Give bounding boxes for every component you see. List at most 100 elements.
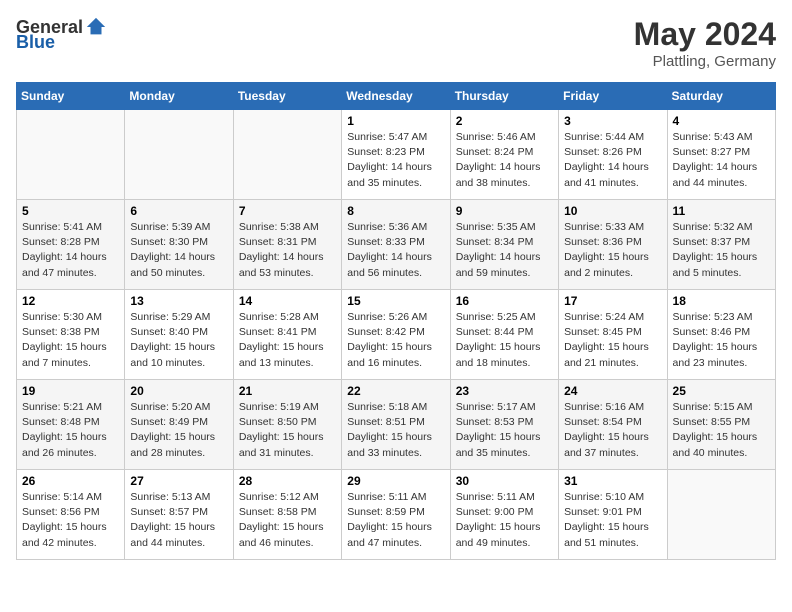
calendar-day-4: 4Sunrise: 5:43 AM Sunset: 8:27 PM Daylig… — [667, 110, 775, 200]
day-info: Sunrise: 5:38 AM Sunset: 8:31 PM Dayligh… — [239, 220, 336, 281]
day-info: Sunrise: 5:32 AM Sunset: 8:37 PM Dayligh… — [673, 220, 770, 281]
day-info: Sunrise: 5:14 AM Sunset: 8:56 PM Dayligh… — [22, 490, 119, 551]
day-number: 8 — [347, 204, 444, 218]
day-number: 27 — [130, 474, 227, 488]
month-year-title: May 2024 — [634, 16, 776, 53]
day-info: Sunrise: 5:20 AM Sunset: 8:49 PM Dayligh… — [130, 400, 227, 461]
calendar-day-22: 22 Sunrise: 5:18 AM Sunset: 8:51 PM Dayli… — [342, 380, 450, 470]
day-info: Sunrise: 5:24 AM Sunset: 8:45 PM Dayligh… — [564, 310, 661, 371]
calendar-day-20: 20 Sunrise: 5:20 AM Sunset: 8:49 PM Dayli… — [125, 380, 233, 470]
day-number: 15 — [347, 294, 444, 308]
calendar-day-28: 28 Sunrise: 5:12 AM Sunset: 8:58 PM Dayli… — [233, 470, 341, 560]
day-info: Sunrise: 5:39 AM Sunset: 8:30 PM Dayligh… — [130, 220, 227, 281]
day-info: Sunrise: 5:28 AM Sunset: 8:41 PM Dayligh… — [239, 310, 336, 371]
day-number: 24 — [564, 384, 661, 398]
calendar-day-19: 19 Sunrise: 5:21 AM Sunset: 8:48 PM Dayli… — [17, 380, 125, 470]
day-number: 22 — [347, 384, 444, 398]
calendar-day-14: 14 Sunrise: 5:28 AM Sunset: 8:41 PM Dayli… — [233, 290, 341, 380]
day-info: Sunrise: 5:18 AM Sunset: 8:51 PM Dayligh… — [347, 400, 444, 461]
day-info: Sunrise: 5:35 AM Sunset: 8:34 PM Dayligh… — [456, 220, 553, 281]
day-number: 11 — [673, 204, 770, 218]
day-number: 26 — [22, 474, 119, 488]
calendar-day-24: 24 Sunrise: 5:16 AM Sunset: 8:54 PM Dayli… — [559, 380, 667, 470]
calendar-week-row: 12 Sunrise: 5:30 AM Sunset: 8:38 PM Dayli… — [17, 290, 776, 380]
calendar-day-10: 10 Sunrise: 5:33 AM Sunset: 8:36 PM Dayli… — [559, 200, 667, 290]
day-info: Sunrise: 5:44 AM Sunset: 8:26 PM Dayligh… — [564, 130, 661, 191]
calendar-empty-cell — [125, 110, 233, 200]
calendar-day-29: 29 Sunrise: 5:11 AM Sunset: 8:59 PM Dayli… — [342, 470, 450, 560]
weekday-header-row: SundayMondayTuesdayWednesdayThursdayFrid… — [17, 83, 776, 110]
calendar-week-row: 5 Sunrise: 5:41 AM Sunset: 8:28 PM Daylig… — [17, 200, 776, 290]
calendar-week-row: 26 Sunrise: 5:14 AM Sunset: 8:56 PM Dayli… — [17, 470, 776, 560]
day-info: Sunrise: 5:16 AM Sunset: 8:54 PM Dayligh… — [564, 400, 661, 461]
calendar-day-6: 6 Sunrise: 5:39 AM Sunset: 8:30 PM Daylig… — [125, 200, 233, 290]
day-info: Sunrise: 5:10 AM Sunset: 9:01 PM Dayligh… — [564, 490, 661, 551]
day-number: 12 — [22, 294, 119, 308]
day-number: 6 — [130, 204, 227, 218]
day-info: Sunrise: 5:21 AM Sunset: 8:48 PM Dayligh… — [22, 400, 119, 461]
day-number: 28 — [239, 474, 336, 488]
weekday-header-monday: Monday — [125, 83, 233, 110]
calendar-day-23: 23 Sunrise: 5:17 AM Sunset: 8:53 PM Dayli… — [450, 380, 558, 470]
calendar-empty-cell — [667, 470, 775, 560]
day-number: 1 — [347, 114, 444, 128]
calendar-day-12: 12 Sunrise: 5:30 AM Sunset: 8:38 PM Dayli… — [17, 290, 125, 380]
day-number: 5 — [22, 204, 119, 218]
day-info: Sunrise: 5:26 AM Sunset: 8:42 PM Dayligh… — [347, 310, 444, 371]
calendar-day-3: 3 Sunrise: 5:44 AM Sunset: 8:26 PM Daylig… — [559, 110, 667, 200]
day-number: 20 — [130, 384, 227, 398]
day-info: Sunrise: 5:30 AM Sunset: 8:38 PM Dayligh… — [22, 310, 119, 371]
calendar-day-2: 2Sunrise: 5:46 AM Sunset: 8:24 PM Daylig… — [450, 110, 558, 200]
day-number: 18 — [673, 294, 770, 308]
calendar-day-9: 9 Sunrise: 5:35 AM Sunset: 8:34 PM Daylig… — [450, 200, 558, 290]
calendar-day-26: 26 Sunrise: 5:14 AM Sunset: 8:56 PM Dayli… — [17, 470, 125, 560]
day-number: 9 — [456, 204, 553, 218]
calendar-day-5: 5 Sunrise: 5:41 AM Sunset: 8:28 PM Daylig… — [17, 200, 125, 290]
day-number: 10 — [564, 204, 661, 218]
calendar-day-13: 13Sunrise: 5:29 AM Sunset: 8:40 PM Dayli… — [125, 290, 233, 380]
weekday-header-tuesday: Tuesday — [233, 83, 341, 110]
title-block: May 2024 Plattling, Germany — [634, 16, 776, 70]
calendar-empty-cell — [233, 110, 341, 200]
location-subtitle: Plattling, Germany — [634, 53, 776, 70]
calendar-day-31: 31 Sunrise: 5:10 AM Sunset: 9:01 PM Dayli… — [559, 470, 667, 560]
calendar-day-18: 18 Sunrise: 5:23 AM Sunset: 8:46 PM Dayli… — [667, 290, 775, 380]
calendar-day-25: 25Sunrise: 5:15 AM Sunset: 8:55 PM Dayli… — [667, 380, 775, 470]
day-number: 31 — [564, 474, 661, 488]
day-number: 19 — [22, 384, 119, 398]
day-number: 23 — [456, 384, 553, 398]
day-info: Sunrise: 5:46 AM Sunset: 8:24 PM Dayligh… — [456, 130, 553, 191]
day-info: Sunrise: 5:17 AM Sunset: 8:53 PM Dayligh… — [456, 400, 553, 461]
logo-icon — [85, 16, 107, 38]
weekday-header-sunday: Sunday — [17, 83, 125, 110]
weekday-header-wednesday: Wednesday — [342, 83, 450, 110]
day-info: Sunrise: 5:23 AM Sunset: 8:46 PM Dayligh… — [673, 310, 770, 371]
weekday-header-thursday: Thursday — [450, 83, 558, 110]
weekday-header-friday: Friday — [559, 83, 667, 110]
day-info: Sunrise: 5:15 AM Sunset: 8:55 PM Dayligh… — [673, 400, 770, 461]
logo: General Blue — [16, 16, 107, 53]
day-info: Sunrise: 5:13 AM Sunset: 8:57 PM Dayligh… — [130, 490, 227, 551]
day-info: Sunrise: 5:29 AM Sunset: 8:40 PM Dayligh… — [130, 310, 227, 371]
day-number: 7 — [239, 204, 336, 218]
calendar-empty-cell — [17, 110, 125, 200]
calendar-day-21: 21Sunrise: 5:19 AM Sunset: 8:50 PM Dayli… — [233, 380, 341, 470]
calendar-day-30: 30Sunrise: 5:11 AM Sunset: 9:00 PM Dayli… — [450, 470, 558, 560]
day-number: 16 — [456, 294, 553, 308]
day-number: 3 — [564, 114, 661, 128]
day-info: Sunrise: 5:11 AM Sunset: 8:59 PM Dayligh… — [347, 490, 444, 551]
day-number: 14 — [239, 294, 336, 308]
day-info: Sunrise: 5:41 AM Sunset: 8:28 PM Dayligh… — [22, 220, 119, 281]
page-header: General Blue May 2024 Plattling, Germany — [16, 16, 776, 70]
day-number: 4 — [673, 114, 770, 128]
day-info: Sunrise: 5:25 AM Sunset: 8:44 PM Dayligh… — [456, 310, 553, 371]
day-info: Sunrise: 5:12 AM Sunset: 8:58 PM Dayligh… — [239, 490, 336, 551]
day-number: 29 — [347, 474, 444, 488]
calendar-table: SundayMondayTuesdayWednesdayThursdayFrid… — [16, 82, 776, 560]
day-info: Sunrise: 5:19 AM Sunset: 8:50 PM Dayligh… — [239, 400, 336, 461]
calendar-week-row: 1Sunrise: 5:47 AM Sunset: 8:23 PM Daylig… — [17, 110, 776, 200]
calendar-day-17: 17Sunrise: 5:24 AM Sunset: 8:45 PM Dayli… — [559, 290, 667, 380]
calendar-day-1: 1Sunrise: 5:47 AM Sunset: 8:23 PM Daylig… — [342, 110, 450, 200]
day-info: Sunrise: 5:33 AM Sunset: 8:36 PM Dayligh… — [564, 220, 661, 281]
calendar-day-15: 15 Sunrise: 5:26 AM Sunset: 8:42 PM Dayli… — [342, 290, 450, 380]
